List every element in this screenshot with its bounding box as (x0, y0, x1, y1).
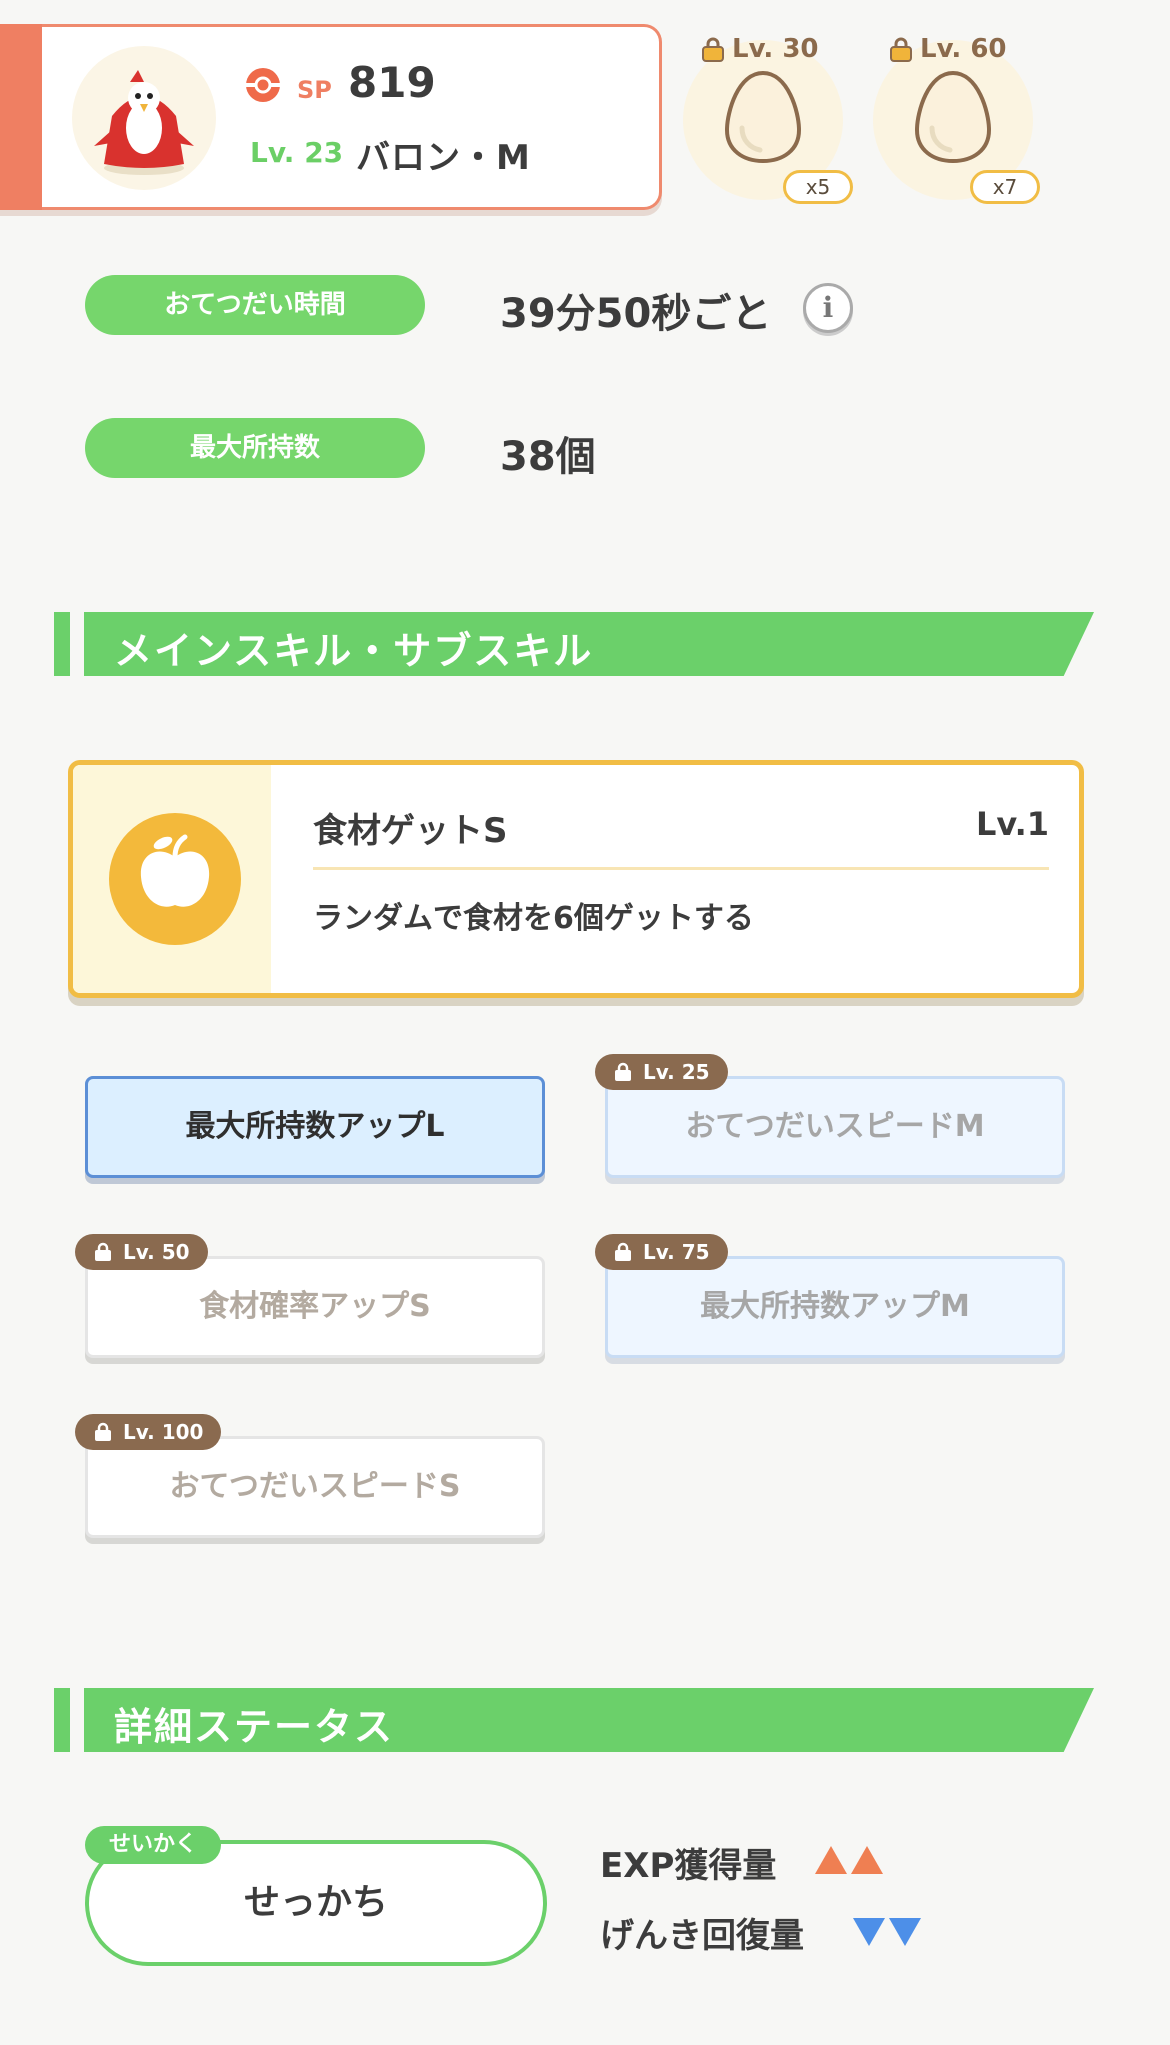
info-button[interactable]: i (803, 283, 853, 333)
lock-icon (615, 1062, 631, 1081)
main-skill-level: Lv.1 (975, 805, 1049, 843)
egg-unlock-level-1: Lv. 30 (700, 34, 819, 64)
lock-icon (95, 1242, 111, 1261)
lock-icon (95, 1422, 111, 1441)
main-skill-description: ランダムで食材を6個ゲットする (313, 901, 754, 936)
help-time-label: おてつだい時間 (85, 275, 425, 335)
sub-skill-3-unlock-tag: Lv. 50 (75, 1234, 208, 1270)
sp-value: 819 (348, 58, 436, 107)
sub-skill-5[interactable]: おてつだいスピードS (85, 1436, 545, 1538)
stat-down-arrow-icon (853, 1918, 885, 1946)
sub-skill-1-label: 最大所持数アップL (185, 1109, 445, 1144)
profile-card-stripe (0, 24, 42, 210)
main-skill-card[interactable]: 食材ゲットS Lv.1 ランダムで食材を6個ゲットする (68, 760, 1084, 998)
sub-skill-5-unlock-tag: Lv. 100 (75, 1414, 222, 1450)
status-section-title: 詳細ステータス (114, 1705, 395, 1749)
skills-section-header: メインスキル・サブスキル (54, 612, 1094, 676)
skills-section-title: メインスキル・サブスキル (114, 629, 594, 673)
sub-skill-1[interactable]: 最大所持数アップL (85, 1076, 545, 1178)
sub-skill-4-label: 最大所持数アップM (700, 1289, 970, 1324)
pokemon-level: Lv. 23 (250, 136, 344, 169)
sub-skill-2[interactable]: おてつだいスピードM (605, 1076, 1065, 1178)
info-icon: i (822, 291, 834, 324)
stat-up-arrow-icon (815, 1846, 847, 1874)
main-skill-divider (313, 867, 1049, 870)
lock-icon (890, 37, 912, 62)
sub-skill-3[interactable]: 食材確率アップS (85, 1256, 545, 1358)
sub-skill-2-unlock-tag: Lv. 25 (595, 1054, 728, 1090)
stat-label-exp: EXP獲得量 (600, 1846, 777, 1886)
help-time-value: 39分50秒ごと (500, 291, 772, 337)
egg-icon (724, 70, 802, 164)
pokeball-sp-icon (246, 68, 280, 102)
nature-value: せっかち (243, 1882, 388, 1923)
egg-count-badge-1: x5 (783, 170, 853, 204)
apple-icon (140, 834, 210, 907)
nature-tag: せいかく (85, 1826, 222, 1864)
max-carry-value: 38個 (500, 434, 596, 480)
egg-icon (914, 70, 992, 164)
sub-skill-4[interactable]: 最大所持数アップM (605, 1256, 1065, 1358)
main-skill-name: 食材ゲットS (313, 811, 508, 851)
sp-label: SP (297, 76, 332, 104)
stat-down-arrow-icon (889, 1918, 921, 1946)
sub-skill-4-unlock-tag: Lv. 75 (595, 1234, 728, 1270)
sub-skill-3-unlock-level: Lv. 50 (123, 1240, 190, 1264)
egg-count-badge-2: x7 (970, 170, 1040, 204)
stat-up-arrow-icon (851, 1846, 883, 1874)
egg-unlock-level-1-text: Lv. 30 (732, 34, 819, 64)
section-header-tick (54, 1688, 70, 1752)
max-carry-label: 最大所持数 (85, 418, 425, 478)
stat-label-energy: げんき回復量 (600, 1916, 804, 1956)
pokemon-name: バロン・M (356, 138, 531, 178)
sub-skill-5-unlock-level: Lv. 100 (123, 1420, 204, 1444)
sub-skill-2-label: おてつだいスピードM (685, 1109, 985, 1144)
lock-icon (615, 1242, 631, 1261)
lock-icon (702, 37, 724, 62)
main-skill-icon-circle (109, 813, 241, 945)
sub-skill-5-label: おてつだいスピードS (169, 1469, 461, 1504)
delibird-avatar-icon (94, 70, 194, 175)
sub-skill-3-label: 食材確率アップS (199, 1289, 431, 1324)
egg-unlock-level-2-text: Lv. 60 (920, 34, 1007, 64)
section-header-tick (54, 612, 70, 676)
status-section-header: 詳細ステータス (54, 1688, 1094, 1752)
egg-unlock-level-2: Lv. 60 (888, 34, 1007, 64)
pokemon-avatar (72, 46, 216, 190)
sub-skill-4-unlock-level: Lv. 75 (643, 1240, 710, 1264)
sub-skill-2-unlock-level: Lv. 25 (643, 1060, 710, 1084)
